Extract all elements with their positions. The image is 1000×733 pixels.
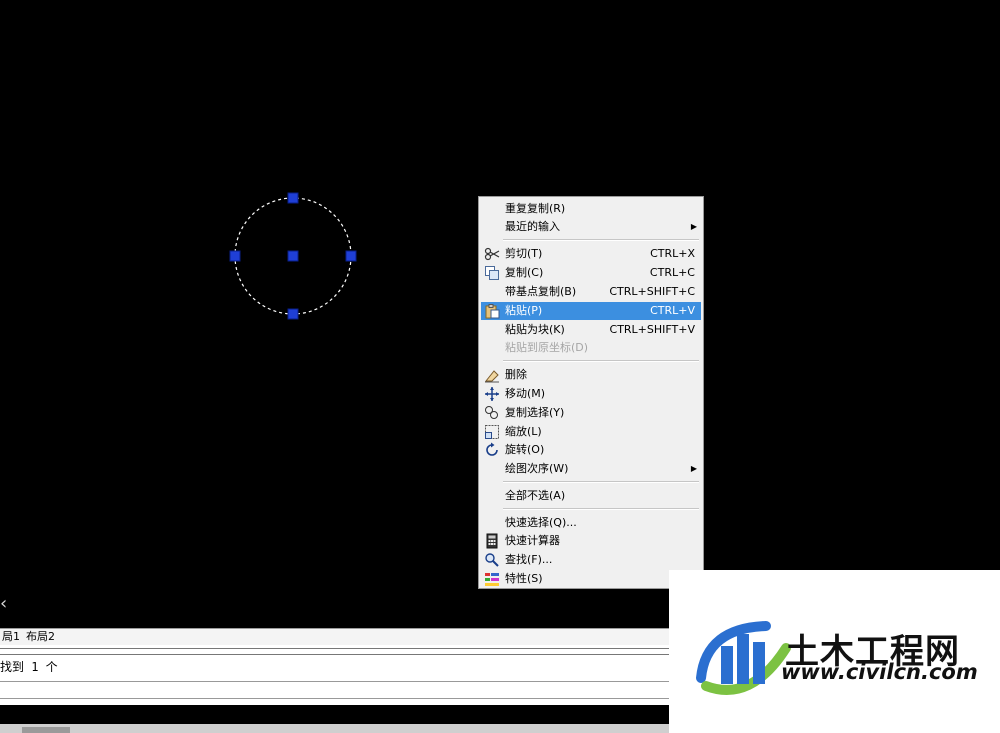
submenu-arrow-icon: ▶ bbox=[690, 464, 697, 473]
divider bbox=[0, 648, 670, 649]
scale-icon bbox=[485, 425, 499, 439]
menu-item-draw-order[interactable]: 绘图次序(W) ▶ bbox=[481, 460, 701, 478]
menu-item-copy[interactable]: 复制(C) CTRL+C bbox=[481, 264, 701, 282]
command-input[interactable]: : PASTECLIP bbox=[0, 707, 66, 718]
properties-icon bbox=[485, 573, 499, 586]
scissors-icon bbox=[484, 247, 500, 261]
divider bbox=[0, 698, 670, 699]
menu-item-paste[interactable]: 粘贴(P) CTRL+V bbox=[481, 302, 701, 320]
watermark-url: www.civilcn.com bbox=[781, 660, 978, 684]
copy-icon bbox=[485, 266, 499, 280]
submenu-arrow-icon: ▶ bbox=[690, 222, 697, 231]
grip-right[interactable] bbox=[345, 250, 357, 262]
divider bbox=[0, 654, 670, 655]
status-bar bbox=[0, 724, 670, 733]
eraser-icon bbox=[484, 370, 499, 383]
paste-icon bbox=[485, 304, 500, 319]
grip-bottom[interactable] bbox=[287, 308, 299, 320]
grip-left[interactable] bbox=[229, 250, 241, 262]
tab-layout2[interactable]: 布局2 bbox=[24, 629, 57, 644]
layout-tabs-bar: 局1 布局2 bbox=[0, 628, 670, 646]
menu-item-deselect-all[interactable]: 全部不选(A) bbox=[481, 487, 701, 505]
move-arrows-icon bbox=[485, 387, 499, 401]
find-icon bbox=[485, 553, 499, 567]
menu-item-recent-input[interactable]: 最近的输入 ▶ bbox=[481, 218, 701, 236]
status-segment bbox=[22, 727, 70, 733]
menu-separator bbox=[503, 360, 699, 362]
menu-item-find[interactable]: 查找(F)... bbox=[481, 551, 701, 569]
menu-separator bbox=[503, 508, 699, 510]
menu-item-erase[interactable]: 删除 bbox=[481, 366, 701, 384]
copy-selection-icon bbox=[485, 406, 498, 419]
chevron-left-icon[interactable]: ‹ bbox=[0, 594, 12, 614]
selected-circle[interactable] bbox=[220, 183, 368, 331]
calculator-icon bbox=[486, 533, 498, 549]
divider bbox=[0, 681, 670, 682]
menu-item-properties[interactable]: 特性(S) bbox=[481, 570, 701, 588]
context-menu: 重复复制(R) 最近的输入 ▶ 剪切(T) CTRL+X 复制(C) CTRL+… bbox=[478, 196, 704, 589]
menu-item-scale[interactable]: 缩放(L) bbox=[481, 423, 701, 441]
command-history: 找到 1 个 bbox=[0, 660, 58, 674]
menu-separator bbox=[503, 239, 699, 241]
menu-item-copy-selection[interactable]: 复制选择(Y) bbox=[481, 404, 701, 422]
rotate-icon bbox=[486, 442, 498, 456]
menu-item-rotate[interactable]: 旋转(O) bbox=[481, 441, 701, 459]
menu-item-quick-select[interactable]: 快速选择(Q)... bbox=[481, 514, 701, 532]
grip-top[interactable] bbox=[287, 192, 299, 204]
menu-item-cut[interactable]: 剪切(T) CTRL+X bbox=[481, 245, 701, 263]
tab-layout1[interactable]: 局1 bbox=[0, 629, 22, 644]
grip-center[interactable] bbox=[287, 250, 299, 262]
watermark: 土木工程网 www.civilcn.com bbox=[669, 570, 1000, 733]
menu-item-move[interactable]: 移动(M) bbox=[481, 385, 701, 403]
menu-item-copy-with-base[interactable]: 带基点复制(B) CTRL+SHIFT+C bbox=[481, 283, 701, 301]
menu-item-repeat-copy[interactable]: 重复复制(R) bbox=[481, 200, 701, 218]
menu-separator bbox=[503, 481, 699, 483]
menu-item-paste-to-original[interactable]: 粘贴到原坐标(D) bbox=[481, 339, 701, 357]
menu-item-quick-calculator[interactable]: 快速计算器 bbox=[481, 532, 701, 550]
menu-item-paste-as-block[interactable]: 粘贴为块(K) CTRL+SHIFT+V bbox=[481, 321, 701, 339]
command-window: 找到 1 个 bbox=[0, 645, 670, 705]
